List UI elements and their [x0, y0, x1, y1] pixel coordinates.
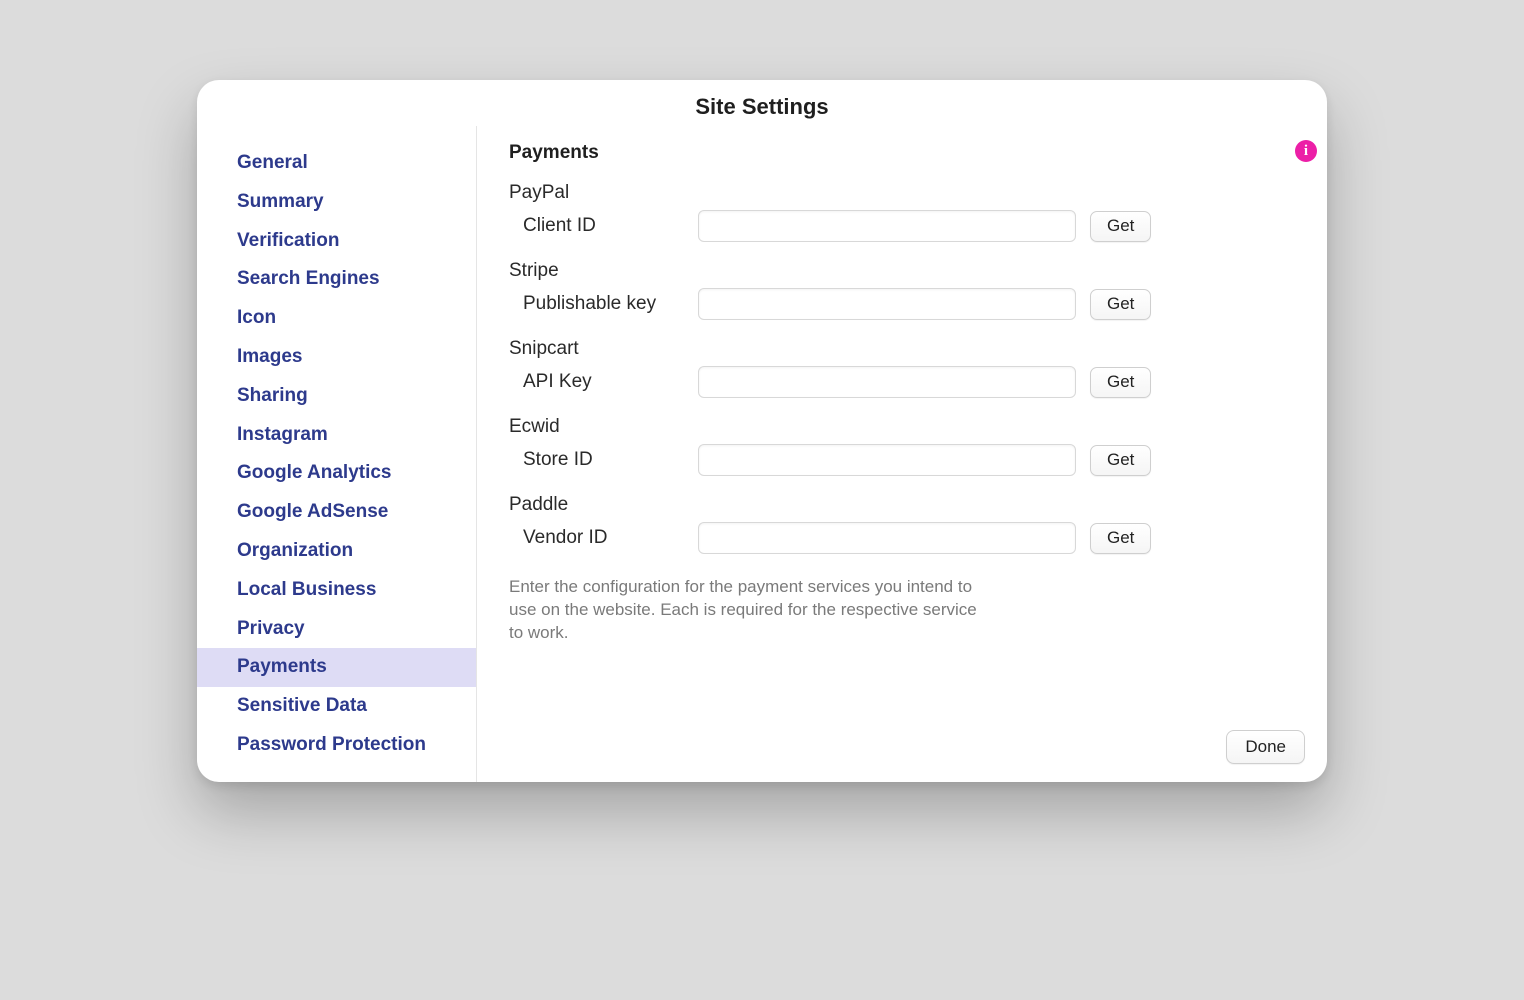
paddle-get-button[interactable]: Get	[1090, 523, 1151, 554]
titlebar: Site Settings	[197, 80, 1327, 126]
provider-name: Snipcart	[509, 338, 1295, 360]
sidebar[interactable]: GeneralSummaryVerificationSearch Engines…	[197, 126, 477, 782]
sidebar-item-verification[interactable]: Verification	[197, 222, 476, 261]
provider-ecwid: Ecwid Store ID Get	[509, 416, 1295, 476]
help-text: Enter the configuration for the payment …	[509, 576, 989, 645]
content-pane: i Payments PayPal Client ID Get Stripe Publi…	[477, 126, 1327, 782]
sidebar-item-summary[interactable]: Summary	[197, 183, 476, 222]
provider-name: Ecwid	[509, 416, 1295, 438]
sidebar-item-privacy[interactable]: Privacy	[197, 610, 476, 649]
provider-name: Stripe	[509, 260, 1295, 282]
field-row: Vendor ID Get	[509, 522, 1295, 554]
dialog-title: Site Settings	[197, 94, 1327, 120]
sidebar-item-instagram[interactable]: Instagram	[197, 416, 476, 455]
provider-paypal: PayPal Client ID Get	[509, 182, 1295, 242]
sidebar-item-google-adsense[interactable]: Google AdSense	[197, 493, 476, 532]
sidebar-item-images[interactable]: Images	[197, 338, 476, 377]
provider-name: PayPal	[509, 182, 1295, 204]
ecwid-get-button[interactable]: Get	[1090, 445, 1151, 476]
stripe-get-button[interactable]: Get	[1090, 289, 1151, 320]
field-row: Publishable key Get	[509, 288, 1295, 320]
provider-paddle: Paddle Vendor ID Get	[509, 494, 1295, 554]
section-title: Payments	[509, 142, 1295, 164]
field-label: Publishable key	[509, 293, 684, 315]
snipcart-get-button[interactable]: Get	[1090, 367, 1151, 398]
sidebar-item-local-business[interactable]: Local Business	[197, 571, 476, 610]
sidebar-item-sharing[interactable]: Sharing	[197, 377, 476, 416]
field-label: Store ID	[509, 449, 684, 471]
field-row: Client ID Get	[509, 210, 1295, 242]
dialog-footer: Done	[1226, 730, 1305, 764]
stripe-publishable-key-input[interactable]	[698, 288, 1076, 320]
sidebar-item-sensitive-data[interactable]: Sensitive Data	[197, 687, 476, 726]
sidebar-item-general[interactable]: General	[197, 144, 476, 183]
sidebar-item-payments[interactable]: Payments	[197, 648, 476, 687]
paypal-client-id-input[interactable]	[698, 210, 1076, 242]
field-label: Client ID	[509, 215, 684, 237]
sidebar-item-google-analytics[interactable]: Google Analytics	[197, 454, 476, 493]
field-label: API Key	[509, 371, 684, 393]
sidebar-item-password-protection[interactable]: Password Protection	[197, 726, 476, 765]
paddle-vendor-id-input[interactable]	[698, 522, 1076, 554]
site-settings-dialog: Site Settings GeneralSummaryVerification…	[197, 80, 1327, 782]
sidebar-item-organization[interactable]: Organization	[197, 532, 476, 571]
paypal-get-button[interactable]: Get	[1090, 211, 1151, 242]
provider-stripe: Stripe Publishable key Get	[509, 260, 1295, 320]
snipcart-api-key-input[interactable]	[698, 366, 1076, 398]
dialog-body: GeneralSummaryVerificationSearch Engines…	[197, 126, 1327, 782]
info-icon[interactable]: i	[1295, 140, 1317, 162]
field-label: Vendor ID	[509, 527, 684, 549]
provider-name: Paddle	[509, 494, 1295, 516]
provider-snipcart: Snipcart API Key Get	[509, 338, 1295, 398]
ecwid-store-id-input[interactable]	[698, 444, 1076, 476]
done-button[interactable]: Done	[1226, 730, 1305, 764]
sidebar-item-icon[interactable]: Icon	[197, 299, 476, 338]
field-row: Store ID Get	[509, 444, 1295, 476]
field-row: API Key Get	[509, 366, 1295, 398]
sidebar-item-search-engines[interactable]: Search Engines	[197, 260, 476, 299]
